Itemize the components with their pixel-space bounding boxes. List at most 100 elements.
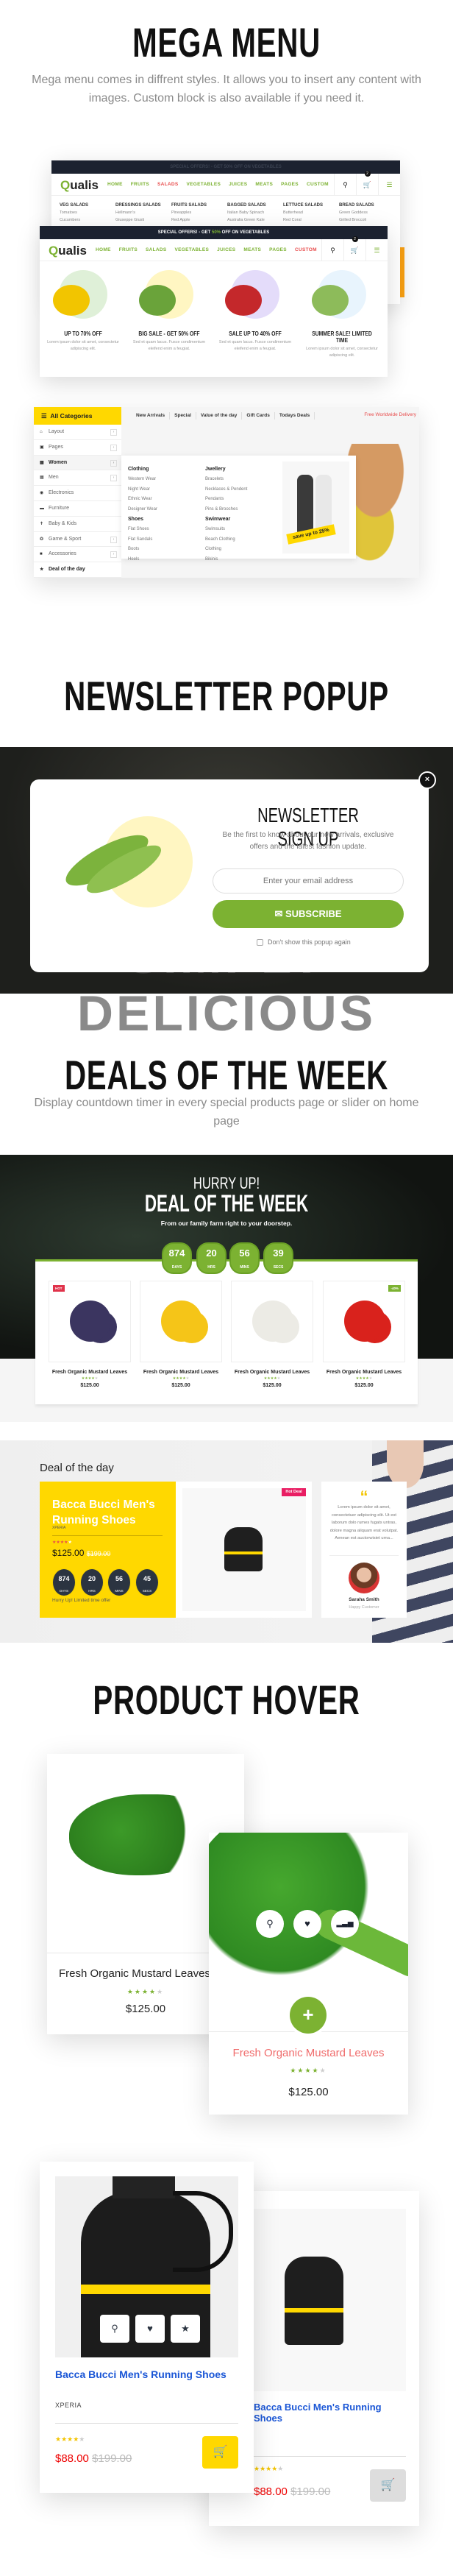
compare-bars-icon[interactable]: ▂▃▅	[331, 1910, 359, 1938]
quick-view-search-icon[interactable]: ⚲	[256, 1910, 284, 1938]
dropdown-heading[interactable]: Clothing	[128, 464, 157, 474]
product-name[interactable]: Bacca Bucci Men's Running Shoes	[254, 2402, 406, 2424]
dropdown-link[interactable]: Pins & Brooches	[205, 505, 247, 514]
submenu-link[interactable]: Butterhead	[283, 209, 339, 216]
dropdown-link[interactable]: Ethnic Wear	[128, 495, 157, 504]
category-baby-kids[interactable]: ✝ Baby & Kids	[34, 517, 121, 532]
submenu-heading[interactable]: VEG SALADS	[60, 202, 115, 209]
product-card-hover[interactable]: ⚲ ♥ ▂▃▅ + Fresh Organic Mustard Leaves ★…	[209, 1833, 408, 2115]
submenu-link[interactable]: Pineapples	[171, 209, 227, 216]
dropdown-link[interactable]: Night Wear	[128, 485, 157, 495]
nav-custom[interactable]: CUSTOM	[295, 247, 317, 252]
nav-meats[interactable]: MEATS	[243, 247, 261, 252]
submenu-link[interactable]: Australia Green Kale	[227, 216, 283, 224]
deal-product-card[interactable]: -40% Fresh Organic Mustard Leaves ★★★★★ $12…	[323, 1281, 405, 1388]
submenu-link[interactable]: Hellmann's	[115, 209, 171, 216]
dropdown-link[interactable]: Necklaces & Pendent	[205, 485, 247, 495]
product-card-hover-2[interactable]: ⚲ ♥ ★ Bacca Bucci Men's Running Shoes XP…	[40, 2162, 254, 2493]
submenu-heading[interactable]: LETTUCE SALADS	[283, 202, 339, 209]
product-name[interactable]: Fresh Organic Mustard Leaves	[231, 1370, 313, 1375]
deal-product-card[interactable]: HOT Fresh Organic Mustard Leaves ★★★★★ $125…	[49, 1281, 131, 1388]
category-accessories[interactable]: ■ Accessories ›	[34, 547, 121, 563]
dropdown-link[interactable]: Western Wear	[128, 475, 157, 484]
search-icon[interactable]: ⚲	[321, 239, 343, 261]
submenu-link[interactable]: Italian Baby Spinach	[227, 209, 283, 216]
top-nav-link[interactable]: Special	[170, 412, 196, 420]
submenu-link[interactable]: Tomatoes	[60, 209, 115, 216]
product-name[interactable]: Fresh Organic Mustard Leaves	[209, 2047, 408, 2059]
submenu-link[interactable]: Green Goddess	[339, 209, 395, 216]
zoom-in-icon[interactable]: ⚲	[100, 2315, 129, 2343]
product-name[interactable]: Fresh Organic Mustard Leaves	[140, 1370, 222, 1375]
nav-fruits[interactable]: FRUITS	[119, 247, 138, 252]
category-electronics[interactable]: ◉ Electronics	[34, 486, 121, 501]
dropdown-link[interactable]: Boots	[128, 545, 152, 554]
submenu-heading[interactable]: BREAD SALADS	[339, 202, 395, 209]
submenu-link[interactable]: Giuseppe Giusti	[115, 216, 171, 224]
nav-fruits[interactable]: FRUITS	[131, 182, 149, 187]
dropdown-link[interactable]: Clothing	[205, 545, 235, 554]
top-nav-link[interactable]: Gift Cards	[242, 412, 275, 420]
nav-juices[interactable]: JUICES	[229, 182, 247, 187]
add-to-cart-basket-icon[interactable]: 🛒	[370, 2469, 406, 2502]
dont-show-checkbox[interactable]	[257, 938, 263, 946]
submenu-link[interactable]: Red Coral	[283, 216, 339, 224]
nav-pages[interactable]: PAGES	[281, 182, 299, 187]
favorite-star-icon[interactable]: ★	[171, 2315, 200, 2343]
top-nav-link[interactable]: New Arrivals	[132, 412, 171, 420]
email-input[interactable]	[213, 868, 404, 894]
nav-pages[interactable]: PAGES	[269, 247, 287, 252]
nav-salads[interactable]: SALADS	[157, 182, 179, 187]
submenu-heading[interactable]: DRESSINGS SALADS	[115, 202, 171, 209]
submenu-heading[interactable]: FRUITS SALADS	[171, 202, 227, 209]
nav-custom[interactable]: CUSTOM	[307, 182, 329, 187]
product-name[interactable]: Fresh Organic Mustard Leaves	[323, 1370, 405, 1375]
wishlist-heart-icon[interactable]: ♥	[135, 2315, 165, 2343]
delivery-link[interactable]: Free Worldwide Delivery	[364, 412, 416, 417]
submenu-link[interactable]: Grilled Broccoli	[339, 216, 395, 224]
promo-item[interactable]: UP TO 70% OFF Lorem ipsum dolor sit amet,…	[43, 270, 124, 353]
nav-home[interactable]: HOME	[107, 182, 123, 187]
cart-icon[interactable]: 🛒 2	[356, 171, 378, 196]
product-name[interactable]: Bacca Bucci Men's Running Shoes	[55, 2368, 232, 2382]
deal-product-card[interactable]: Fresh Organic Mustard Leaves ★★★★★ $125.00	[231, 1281, 313, 1388]
wishlist-heart-icon[interactable]: ♥	[293, 1910, 321, 1938]
cart-icon[interactable]: 🛒 2	[343, 236, 365, 261]
submenu-heading[interactable]: BAGGED SALADS	[227, 202, 283, 209]
nav-vegetables[interactable]: VEGETABLES	[187, 182, 221, 187]
close-icon[interactable]: ×	[418, 771, 436, 789]
dropdown-link[interactable]: Flat Shoes	[128, 525, 152, 534]
nav-vegetables[interactable]: VEGETABLES	[175, 247, 210, 252]
submenu-link[interactable]: Cucumbers	[60, 216, 115, 224]
category-game-sport[interactable]: ❂ Game & Sport ›	[34, 532, 121, 548]
nav-juices[interactable]: JUICES	[217, 247, 235, 252]
logo[interactable]: Qualis	[49, 244, 87, 258]
add-to-cart-plus-icon[interactable]: +	[290, 1997, 327, 2034]
all-categories-button[interactable]: ☰ All Categories	[34, 407, 121, 425]
dropdown-heading[interactable]: Jwellery	[205, 464, 247, 474]
dropdown-link[interactable]: Designer Wear	[128, 505, 157, 514]
subscribe-button[interactable]: ✉ SUBSCRIBE	[213, 900, 404, 928]
deal-product-card[interactable]: Fresh Organic Mustard Leaves ★★★★★ $125.00	[140, 1281, 222, 1388]
category-pages[interactable]: ▣ Pages ›	[34, 440, 121, 456]
dropdown-link[interactable]: Flat Sandals	[128, 535, 152, 545]
category-men[interactable]: ▦ Men ›	[34, 470, 121, 486]
nav-salads[interactable]: SALADS	[146, 247, 167, 252]
dropdown-link[interactable]: Beach Clothing	[205, 535, 235, 545]
menu-icon[interactable]: ☰	[378, 174, 400, 196]
add-to-cart-basket-icon[interactable]: 🛒	[202, 2436, 238, 2469]
menu-icon[interactable]: ☰	[365, 239, 388, 261]
promo-item[interactable]: SALE UP TO 40% OFF Sed et quam lacus. Fus…	[215, 270, 296, 353]
dropdown-heading[interactable]: Swimwear	[205, 514, 235, 524]
deal-image-box[interactable]: Hot Deal	[176, 1482, 312, 1618]
top-nav-link[interactable]: Todays Deals	[275, 412, 315, 420]
nav-home[interactable]: HOME	[96, 247, 111, 252]
dropdown-link[interactable]: Swimsuits	[205, 525, 235, 534]
dropdown-heading[interactable]: Shoes	[128, 514, 152, 524]
category-deal-of-the-day[interactable]: ★ Deal of the day	[34, 562, 121, 578]
promo-item[interactable]: SUMMER SALE! LIMITED TIME Lorem ipsum dol…	[302, 270, 382, 359]
category-layout[interactable]: ⌂ Layout ›	[34, 425, 121, 440]
submenu-link[interactable]: Red Apple	[171, 216, 227, 224]
search-icon[interactable]: ⚲	[334, 174, 356, 196]
nav-meats[interactable]: MEATS	[255, 182, 273, 187]
